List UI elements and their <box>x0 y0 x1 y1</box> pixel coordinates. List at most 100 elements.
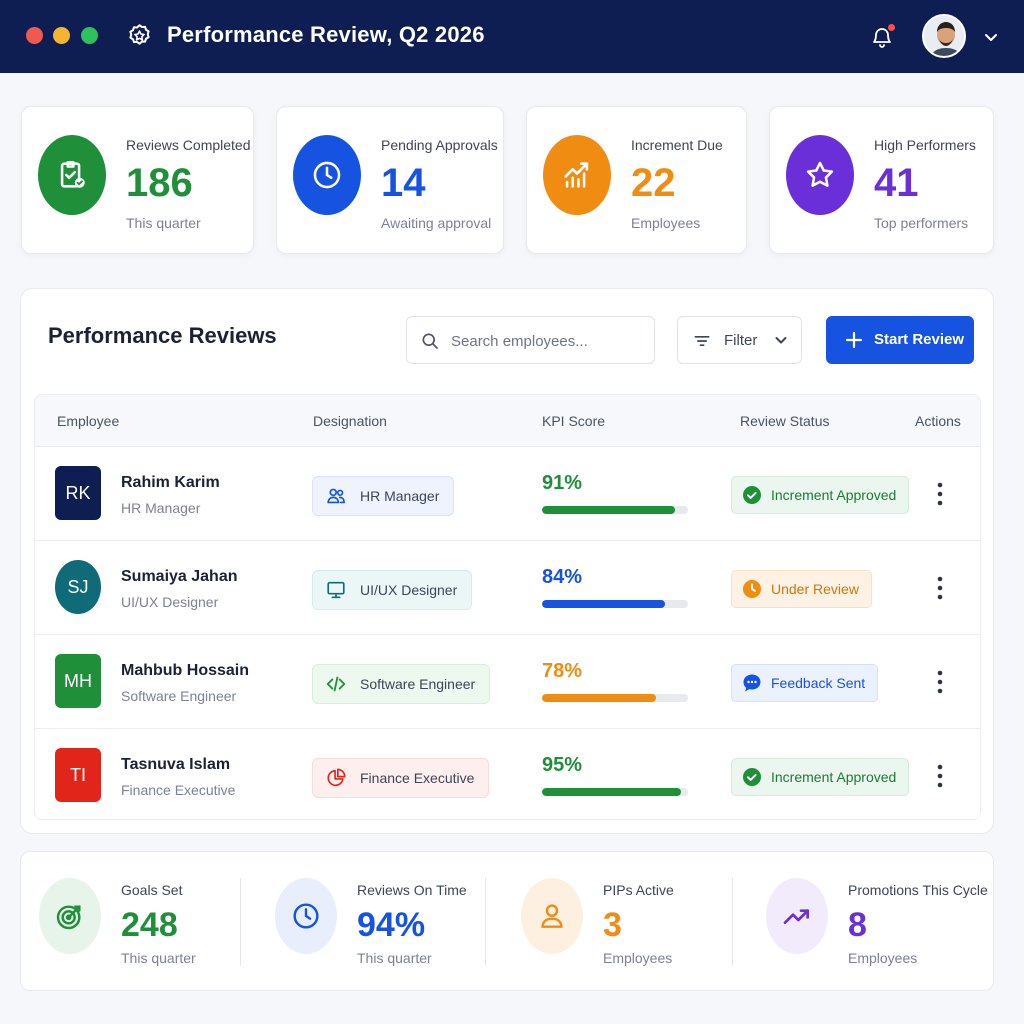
search-input[interactable] <box>451 329 646 353</box>
window-title: Performance Review, Q2 2026 <box>167 22 485 47</box>
stat-icon-circle <box>786 135 854 215</box>
status-label: Feedback Sent <box>771 675 866 691</box>
employee-name: Mahbub Hossain <box>121 662 250 679</box>
column-header-kpi-score[interactable]: KPI Score <box>542 413 605 429</box>
start-review-button[interactable]: Start Review <box>826 316 974 364</box>
stat-value: 41 <box>874 161 919 205</box>
award-badge-icon <box>129 24 150 45</box>
chevron-down-icon[interactable] <box>982 28 1000 46</box>
stat-value: 14 <box>381 161 426 205</box>
table-row[interactable]: RK Rahim Karim HR Manager HR Manager 91% <box>35 448 980 541</box>
stat-label: Pending Approvals <box>381 137 498 153</box>
summary-icon-circle <box>275 878 337 954</box>
close-window-button[interactable] <box>26 27 43 44</box>
check-circle-icon <box>743 486 761 504</box>
table-row[interactable]: MH Mahbub Hossain Software Engineer Soft… <box>35 636 980 729</box>
summary-value: 8 <box>848 906 867 944</box>
status-badge: Under Review <box>731 570 872 608</box>
stat-value: 22 <box>631 161 676 205</box>
stat-subtext: Employees <box>631 215 701 231</box>
clock-icon <box>293 903 319 929</box>
target-icon <box>56 905 81 930</box>
minimize-window-button[interactable] <box>53 27 70 44</box>
stat-value: 186 <box>126 161 193 205</box>
summary-icon-circle <box>521 878 583 954</box>
summary-label: PIPs Active <box>603 882 674 898</box>
table-header: Employee Designation KPI Score Review St… <box>35 395 980 447</box>
maximize-window-button[interactable] <box>81 27 98 44</box>
search-box[interactable] <box>406 316 655 364</box>
summary-value: 248 <box>121 906 178 944</box>
person-icon <box>541 904 563 928</box>
stat-subtext: Awaiting approval <box>381 215 492 231</box>
more-actions-icon[interactable] <box>931 763 949 789</box>
employee-role: Finance Executive <box>121 782 236 798</box>
search-icon <box>422 333 438 349</box>
filter-label: Filter <box>724 332 758 349</box>
summary-subtext: Employees <box>603 950 673 966</box>
more-actions-icon[interactable] <box>931 575 949 601</box>
monitor-icon <box>327 581 345 599</box>
column-header-employee[interactable]: Employee <box>57 413 119 429</box>
summary-icon-circle <box>39 878 101 954</box>
clock-icon <box>313 161 341 189</box>
summary-subtext: Employees <box>848 950 918 966</box>
table-row[interactable]: SJ Sumaiya Jahan UI/UX Designer UI/UX De… <box>35 542 980 635</box>
chevron-down-icon <box>775 337 787 344</box>
check-circle-icon <box>743 768 761 786</box>
stat-icon-circle <box>38 135 106 215</box>
column-header-designation[interactable]: Designation <box>313 413 387 429</box>
summary-reviews-on-time: Reviews On Time 94% This quarter <box>257 852 497 992</box>
plus-icon <box>845 331 863 349</box>
kpi-progress-bar <box>542 694 688 702</box>
column-header-review-status[interactable]: Review Status <box>740 413 829 429</box>
pie-chart-icon <box>327 768 346 787</box>
summary-subtext: This quarter <box>357 950 432 966</box>
clipboard-check-icon <box>60 160 85 188</box>
summary-value: 3 <box>603 906 622 944</box>
filter-dropdown[interactable]: Filter <box>677 316 802 364</box>
designation-tag: HR Manager <box>312 476 455 516</box>
employee-role: HR Manager <box>121 500 201 516</box>
start-review-label: Start Review <box>874 331 965 348</box>
user-avatar[interactable] <box>922 14 966 58</box>
code-icon <box>326 676 346 692</box>
kpi-progress-bar <box>542 788 688 796</box>
divider <box>485 878 486 966</box>
designation-label: Finance Executive <box>360 770 475 786</box>
employee-name: Rahim Karim <box>121 474 220 491</box>
kpi-progress-bar <box>542 506 688 514</box>
status-label: Increment Approved <box>771 487 897 503</box>
status-label: Increment Approved <box>771 769 897 785</box>
kpi-score: 84% <box>542 566 583 588</box>
employee-role: Software Engineer <box>121 688 237 704</box>
status-badge: Increment Approved <box>731 476 910 514</box>
column-header-actions: Actions <box>915 413 961 429</box>
notification-badge <box>888 24 895 31</box>
employee-initials: TI <box>55 748 101 802</box>
title-bar: Performance Review, Q2 2026 <box>0 0 1024 73</box>
summary-label: Goals Set <box>121 882 183 898</box>
divider <box>240 878 241 966</box>
stat-subtext: Top performers <box>874 215 969 231</box>
status-badge: Feedback Sent <box>731 664 879 702</box>
kpi-progress-fill <box>542 506 675 514</box>
more-actions-icon[interactable] <box>931 669 949 695</box>
chat-icon <box>743 674 761 692</box>
designation-tag: Software Engineer <box>312 664 491 704</box>
employee-initials: RK <box>55 466 101 520</box>
star-icon <box>806 161 834 187</box>
table-row[interactable]: TI Tasnuva Islam Finance Executive Finan… <box>35 730 980 819</box>
summary-goals-set: Goals Set 248 This quarter <box>21 852 261 992</box>
more-actions-icon[interactable] <box>931 481 949 507</box>
summary-label: Reviews On Time <box>357 882 467 898</box>
reviews-table: Employee Designation KPI Score Review St… <box>34 394 981 820</box>
status-label: Under Review <box>771 581 859 597</box>
kpi-score: 95% <box>542 754 583 776</box>
summary-value: 94% <box>357 906 426 944</box>
performance-reviews-panel: Performance Reviews Filter Start Review … <box>20 288 994 834</box>
kpi-score: 78% <box>542 660 583 682</box>
chart-trend-icon <box>564 162 589 188</box>
divider <box>732 878 733 966</box>
designation-tag: Finance Executive <box>312 758 490 798</box>
